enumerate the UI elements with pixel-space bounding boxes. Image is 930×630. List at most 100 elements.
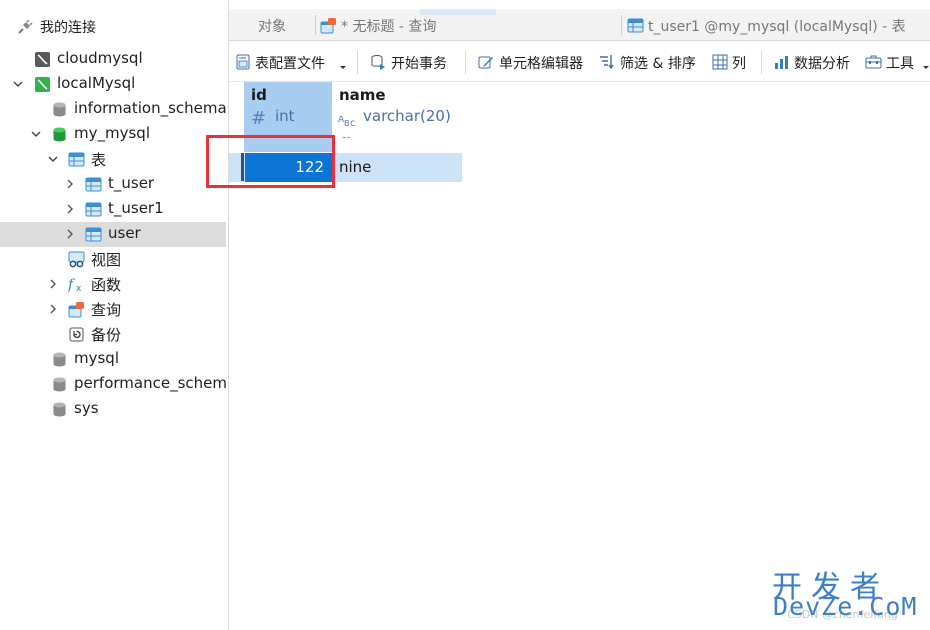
column-name: id <box>251 86 267 104</box>
tree-item-tables[interactable]: 表 <box>0 147 226 172</box>
tree-item-t-user[interactable]: t_user <box>0 172 226 197</box>
function-icon: fx <box>67 276 85 294</box>
filter-sort-icon <box>599 54 615 74</box>
toolbar-divider <box>465 50 466 74</box>
table-icon <box>85 176 102 193</box>
filter-sort-button[interactable]: 筛选 & 排序 <box>599 51 704 73</box>
database-icon <box>51 376 68 393</box>
begin-transaction-button[interactable]: 开始事务 <box>370 51 456 73</box>
tree-item-label: 查询 <box>91 301 122 319</box>
tree-item-backups[interactable]: 备份 <box>0 322 226 347</box>
column-header-name[interactable]: name ABc varchar(20) -- <box>332 82 462 152</box>
annotation-highlight-box <box>206 135 335 188</box>
tree-item-performance-schema[interactable]: performance_schema <box>0 372 226 397</box>
tree-item-t-user1[interactable]: t_user1 <box>0 197 226 222</box>
column-type: int <box>275 107 295 125</box>
toolbar-divider <box>761 50 762 74</box>
dropdown-caret-icon <box>339 59 347 75</box>
tree-item-label: 备份 <box>91 326 122 344</box>
tree-item-user[interactable]: user <box>0 222 226 247</box>
tab-untitled-query[interactable]: * 无标题 - 查询 <box>316 9 621 41</box>
numeric-type-icon: # <box>251 108 269 131</box>
tree-item-label: user <box>108 224 141 242</box>
tree-item-label: localMysql <box>57 74 136 92</box>
table-profile-button[interactable]: 表配置文件 <box>236 51 351 73</box>
toolbar-label: 开始事务 <box>391 56 447 72</box>
column-type: varchar(20) <box>363 107 451 125</box>
connections-header[interactable]: 我的连接 <box>0 14 228 40</box>
tree-item-label: t_user <box>108 174 155 192</box>
toolbar-label: 筛选 & 排序 <box>620 56 696 72</box>
mysql-connection-icon <box>34 76 51 93</box>
string-type-icon: ABc <box>338 112 358 132</box>
tree-item-queries[interactable]: 查询 <box>0 297 226 322</box>
tree-item-label: sys <box>74 399 99 417</box>
tree-item-my-mysql[interactable]: my_mysql <box>0 122 226 147</box>
tree-item-label: mysql <box>74 349 119 367</box>
backup-icon <box>68 326 85 343</box>
tab-objects[interactable]: 对象 <box>229 9 315 41</box>
column-name: name <box>339 86 386 104</box>
tree-item-label: cloudmysql <box>57 49 143 67</box>
tree-item-mysql[interactable]: mysql <box>0 347 226 372</box>
table-icon <box>85 201 102 218</box>
database-icon <box>51 126 68 143</box>
tab-t-user1-table[interactable]: t_user1 @my_mysql (localMysql) - 表 <box>622 9 930 41</box>
table-icon <box>85 226 102 243</box>
tree-item-label: performance_schema <box>74 374 226 392</box>
tree-item-label: my_mysql <box>74 124 150 142</box>
tree-item-label: 视图 <box>91 251 122 269</box>
chevron-down-icon[interactable] <box>30 127 42 141</box>
toolbox-icon <box>865 54 882 74</box>
tab-label: t_user1 @my_mysql (localMysql) - 表 <box>648 19 906 35</box>
data-analysis-button[interactable]: 数据分析 <box>774 51 860 73</box>
toolbar-divider <box>357 50 358 74</box>
columns-button[interactable]: 列 <box>712 51 752 73</box>
view-icon <box>68 251 85 268</box>
cell-editor-button[interactable]: 单元格编辑器 <box>478 51 590 73</box>
toolbar-label: 数据分析 <box>794 56 850 72</box>
tree-item-label: information_schema <box>74 99 226 117</box>
chevron-right-icon[interactable] <box>64 177 76 191</box>
tree-item-localmysql[interactable]: localMysql <box>0 72 226 97</box>
chevron-right-icon[interactable] <box>64 202 76 216</box>
dropdown-caret-icon <box>922 59 930 75</box>
tab-label: * 无标题 - 查询 <box>341 19 437 35</box>
chevron-right-icon[interactable] <box>47 277 59 291</box>
cell-name[interactable]: nine <box>332 153 462 182</box>
tree-item-label: 表 <box>91 151 107 169</box>
profile-file-icon <box>236 54 251 74</box>
tools-button[interactable]: 工具 <box>865 51 930 73</box>
watermark-domain: DevZe.CoM <box>773 592 918 621</box>
tree-item-label: t_user1 <box>108 199 164 217</box>
svg-text:f: f <box>68 277 76 293</box>
tree-item-sys[interactable]: sys <box>0 397 226 422</box>
tab-label: 对象 <box>258 19 286 35</box>
svg-text:x: x <box>76 284 82 293</box>
svg-text:#: # <box>251 109 266 127</box>
svg-text:B: B <box>344 119 350 128</box>
query-icon <box>320 17 337 38</box>
mysql-connection-icon <box>34 51 51 68</box>
tree-item-cloudmysql[interactable]: cloudmysql <box>0 47 226 72</box>
transaction-icon <box>370 54 386 74</box>
tree-item-information-schema[interactable]: information_schema <box>0 97 226 122</box>
chevron-right-icon[interactable] <box>47 302 59 316</box>
cell-value: nine <box>339 158 372 176</box>
tab-bar: 对象 * 无标题 - 查询 t_user1 @my_mysql (localMy… <box>229 9 930 41</box>
edit-pencil-icon <box>478 54 494 74</box>
table-group-icon <box>68 151 85 168</box>
column-null-marker: -- <box>342 130 351 144</box>
toolbar-label: 单元格编辑器 <box>499 56 583 72</box>
tree-item-functions[interactable]: fx 函数 <box>0 272 226 297</box>
chevron-down-icon[interactable] <box>47 152 59 166</box>
chevron-down-icon[interactable] <box>12 77 24 91</box>
tree-item-label: 函数 <box>91 276 122 294</box>
table-icon <box>627 17 644 38</box>
query-icon <box>68 301 85 318</box>
database-icon <box>51 351 68 368</box>
svg-text:c: c <box>350 118 356 128</box>
chevron-right-icon[interactable] <box>64 227 76 241</box>
tree-item-views[interactable]: 视图 <box>0 247 226 272</box>
table-toolbar: 表配置文件 开始事务 单元格编辑器 筛选 & 排序 列 数据分析 工具 <box>229 42 930 82</box>
